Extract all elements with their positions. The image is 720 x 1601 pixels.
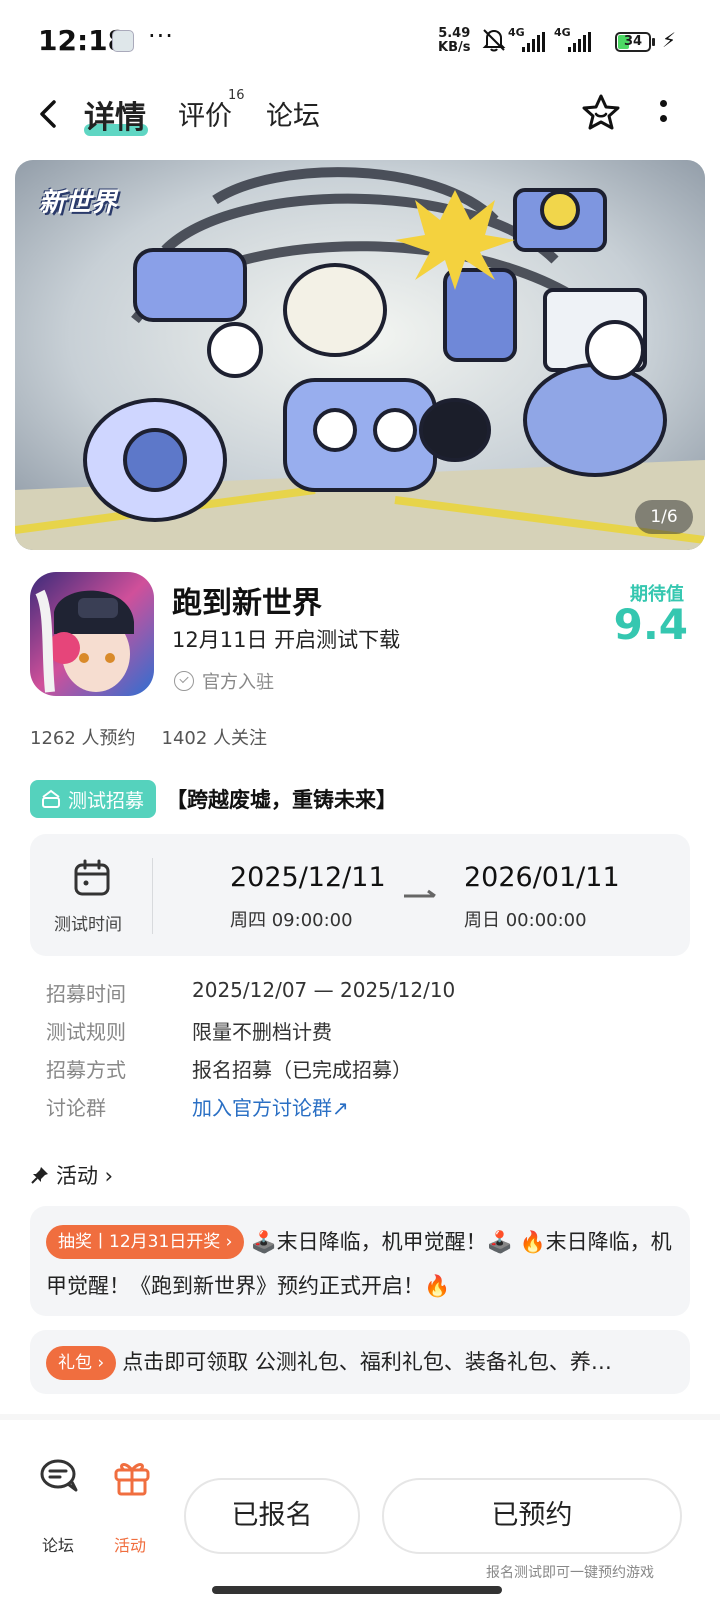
gift-icon[interactable]: [110, 1456, 154, 1496]
back-icon[interactable]: [34, 94, 64, 134]
battery-icon: 34: [615, 32, 651, 52]
info-value: 限量不删档计费: [192, 1020, 332, 1044]
official-label: 官方入驻: [202, 672, 274, 693]
test-recruit-label: 测试招募: [68, 789, 145, 812]
info-key: 测试规则: [46, 1020, 126, 1044]
status-more: ···: [148, 22, 174, 50]
banner-logo: 新世界: [39, 188, 118, 218]
start-time: 周四 09:00:00: [230, 910, 353, 931]
activity-heading[interactable]: 活动 ›: [30, 1160, 113, 1190]
stats: 1262 人预约 1402 人关注: [30, 724, 267, 750]
info-key: 讨论群: [46, 1096, 106, 1120]
reservation-count: 1262 人预约: [30, 728, 136, 749]
recruit-title: 【跨越废墟，重铸未来】: [166, 788, 397, 812]
lottery-card[interactable]: 抽奖丨12月31日开奖 › 🕹️末日降临，机甲觉醒！🕹️ 🔥末日降临，机甲觉醒！《…: [30, 1206, 690, 1316]
app-name: 跑到新世界: [172, 586, 322, 621]
test-time-card: 测试时间 2025/12/11 周四 09:00:00 2026/01/11 周…: [30, 834, 690, 956]
lottery-pill[interactable]: 抽奖丨12月31日开奖 ›: [46, 1225, 245, 1259]
info-key: 招募时间: [46, 982, 126, 1006]
test-icon: [42, 789, 60, 808]
info-key: 招募方式: [46, 1058, 126, 1082]
activity-heading-label: 活动 ›: [56, 1164, 114, 1188]
signed-up-button[interactable]: 已报名: [184, 1478, 360, 1554]
net-speed-value: 5.49: [438, 26, 471, 41]
score-value: 9.4: [613, 600, 688, 649]
gift-card[interactable]: 礼包 › 点击即可领取 公测礼包、福利礼包、装备礼包、养…: [30, 1330, 690, 1394]
arrow-right-icon: [404, 889, 436, 898]
battery-level: 34: [623, 34, 643, 49]
header-nav: 详情 评价 16 论坛: [0, 80, 720, 150]
gift-pill[interactable]: 礼包 ›: [46, 1346, 117, 1380]
tab-forum[interactable]: 论坛: [266, 94, 320, 133]
bell-muted-icon: [482, 29, 506, 52]
page-indicator: 1/6: [635, 500, 693, 534]
forum-label[interactable]: 论坛: [42, 1532, 74, 1556]
net-speed: 5.49 KB/s: [438, 27, 470, 55]
forum-icon[interactable]: [38, 1456, 82, 1496]
official-badge: 官方入驻: [174, 668, 274, 694]
home-indicator: [212, 1586, 502, 1594]
section-divider: [0, 1414, 720, 1420]
tab-reviews[interactable]: 评价: [178, 94, 232, 133]
test-date: 12月11日 开启测试下载: [172, 628, 401, 652]
app-notification-icon: [112, 30, 134, 52]
calendar-icon: [74, 859, 110, 896]
star-icon[interactable]: [580, 92, 622, 134]
banner-carousel[interactable]: 新世界 1/6: [15, 160, 705, 550]
activity-tab-label[interactable]: 活动: [114, 1532, 146, 1556]
reviews-count-badge: 16: [228, 88, 245, 103]
gift-text: 点击即可领取 公测礼包、福利礼包、装备礼包、养…: [122, 1350, 612, 1374]
net-speed-unit: KB/s: [438, 40, 471, 55]
start-date: 2025/12/11: [230, 862, 386, 893]
info-value: 报名招募（已完成招募）: [192, 1058, 412, 1082]
end-time: 周日 00:00:00: [464, 910, 587, 931]
test-recruit-badge: 测试招募: [30, 780, 157, 818]
tab-details[interactable]: 详情: [84, 92, 146, 137]
reserved-button[interactable]: 已预约: [382, 1478, 682, 1554]
check-circle-icon: [174, 671, 194, 691]
status-bar: 12:18 ··· 5.49 KB/s 4G 4G 34 ⚡: [0, 0, 720, 80]
end-date: 2026/01/11: [464, 862, 620, 893]
pin-icon: [31, 1167, 48, 1184]
charging-icon: ⚡: [662, 28, 677, 52]
join-group-link[interactable]: 加入官方讨论群↗: [192, 1092, 349, 1121]
info-value: 2025/12/07 — 2025/12/10: [192, 978, 456, 1002]
test-time-label: 测试时间: [54, 915, 122, 935]
banner-artwork: [15, 160, 705, 550]
more-vertical-icon[interactable]: [660, 100, 670, 130]
divider: [152, 858, 153, 934]
follow-count: 1402 人关注: [161, 728, 268, 749]
app-icon: [30, 572, 154, 696]
reserve-hint: 报名测试即可一键预约游戏: [486, 1565, 654, 1581]
